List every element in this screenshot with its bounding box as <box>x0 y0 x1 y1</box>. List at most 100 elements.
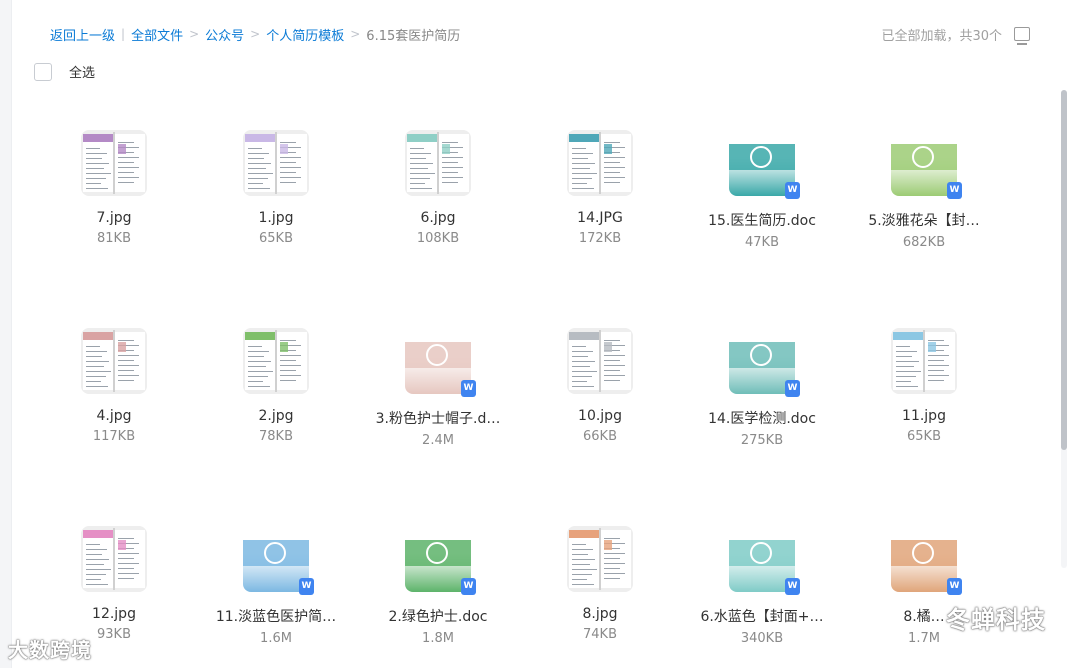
file-size: 682KB <box>902 235 946 250</box>
word-doc-icon: W <box>785 380 800 397</box>
file-thumbnail <box>81 526 147 592</box>
file-item[interactable]: 4.jpg 117KB <box>33 328 195 444</box>
file-size: 1.6M <box>260 631 292 646</box>
file-item[interactable]: W 5.淡雅花朵【封… 682KB <box>843 130 1005 250</box>
file-item[interactable]: 2.jpg 78KB <box>195 328 357 444</box>
file-item[interactable]: 8.jpg 74KB <box>519 526 681 642</box>
file-size: 78KB <box>259 429 293 444</box>
file-name: 6.jpg <box>420 210 456 226</box>
file-size: 65KB <box>907 429 941 444</box>
word-doc-icon: W <box>785 182 800 199</box>
file-item[interactable]: 6.jpg 108KB <box>357 130 519 246</box>
scrollbar-thumb[interactable] <box>1061 90 1067 450</box>
file-size: 340KB <box>740 631 784 646</box>
file-size: 172KB <box>578 231 622 246</box>
file-item[interactable]: 11.jpg 65KB <box>843 328 1005 444</box>
file-thumbnail-wrap: W <box>405 328 476 397</box>
file-item[interactable]: 14.JPG 172KB <box>519 130 681 246</box>
thumbnail-page <box>601 332 631 390</box>
thumbnail-emblem <box>264 542 286 564</box>
file-thumbnail-wrap: W <box>891 526 962 595</box>
file-name: 1.jpg <box>258 210 294 226</box>
file-size: 66KB <box>583 429 617 444</box>
file-name: 12.jpg <box>92 606 136 622</box>
thumbnail-page <box>407 134 437 192</box>
file-item[interactable]: 10.jpg 66KB <box>519 328 681 444</box>
thumbnail-page <box>569 134 599 192</box>
file-name: 14.医学检测.doc <box>708 411 816 427</box>
monitor-icon[interactable] <box>1014 27 1030 45</box>
thumbnail-page <box>599 330 601 392</box>
thumbnail-page <box>245 134 275 192</box>
left-panel-edge <box>0 0 12 668</box>
thumbnail-page <box>601 134 631 192</box>
thumbnail-page <box>115 332 145 390</box>
thumbnail-page <box>275 330 277 392</box>
file-name: 11.jpg <box>902 408 946 424</box>
thumbnail-page <box>439 134 469 192</box>
thumbnail-page <box>115 134 145 192</box>
word-doc-icon: W <box>947 578 962 595</box>
file-size: 1.8M <box>422 631 454 646</box>
file-item[interactable]: W 14.医学检测.doc 275KB <box>681 328 843 448</box>
file-item[interactable]: 7.jpg 81KB <box>33 130 195 246</box>
file-thumbnail <box>567 328 633 394</box>
file-thumbnail-wrap <box>891 328 957 394</box>
file-item[interactable]: W 2.绿色护士.doc 1.8M <box>357 526 519 646</box>
file-grid: 7.jpg 81KB 1.jpg 65KB 6.jpg 108KB 14.JPG 172KB W… <box>33 0 1003 668</box>
file-item[interactable]: 12.jpg 93KB <box>33 526 195 642</box>
thumbnail-page <box>115 530 145 588</box>
thumbnail-page <box>925 332 955 390</box>
thumbnail-emblem <box>750 146 772 168</box>
thumbnail-page <box>83 530 113 588</box>
thumbnail-page <box>569 530 599 588</box>
file-thumbnail-wrap <box>81 130 147 196</box>
file-thumbnail-wrap <box>243 130 309 196</box>
file-name: 2.绿色护士.doc <box>388 609 488 625</box>
thumbnail-page <box>569 332 599 390</box>
word-doc-icon: W <box>947 182 962 199</box>
file-thumbnail <box>567 130 633 196</box>
file-thumbnail-wrap <box>567 526 633 592</box>
file-thumbnail-wrap <box>567 130 633 196</box>
file-thumbnail-wrap <box>243 328 309 394</box>
thumbnail-page <box>599 528 601 590</box>
watermark-left: 大数跨境 <box>8 638 92 662</box>
file-name: 14.JPG <box>577 210 623 226</box>
file-name: 7.jpg <box>96 210 132 226</box>
file-thumbnail-wrap <box>81 328 147 394</box>
file-size: 275KB <box>740 433 784 448</box>
thumbnail-emblem <box>750 344 772 366</box>
file-name: 8.jpg <box>582 606 618 622</box>
file-size: 108KB <box>416 231 460 246</box>
file-thumbnail-wrap: W <box>891 130 962 199</box>
file-thumbnail-wrap: W <box>729 328 800 397</box>
thumbnail-page <box>83 332 113 390</box>
thumbnail-page <box>113 528 115 590</box>
file-thumbnail-wrap <box>567 328 633 394</box>
file-thumbnail-wrap: W <box>729 130 800 199</box>
file-item[interactable]: W 11.淡蓝色医护简… 1.6M <box>195 526 357 646</box>
file-name: 5.淡雅花朵【封… <box>868 213 980 229</box>
file-item[interactable]: W 3.粉色护士帽子.d… 2.4M <box>357 328 519 448</box>
file-size: 65KB <box>259 231 293 246</box>
file-name: 4.jpg <box>96 408 132 424</box>
file-thumbnail-wrap <box>405 130 471 196</box>
file-item[interactable]: W 6.水蓝色【封面+… 340KB <box>681 526 843 646</box>
file-name: 6.水蓝色【封面+… <box>700 609 824 625</box>
file-item[interactable]: W 15.医生简历.doc 47KB <box>681 130 843 250</box>
thumbnail-page <box>83 134 113 192</box>
thumbnail-page <box>277 332 307 390</box>
thumbnail-emblem <box>912 146 934 168</box>
thumbnail-emblem <box>426 542 448 564</box>
thumbnail-page <box>601 530 631 588</box>
file-thumbnail-wrap: W <box>405 526 476 595</box>
file-item[interactable]: 1.jpg 65KB <box>195 130 357 246</box>
thumbnail-emblem <box>750 542 772 564</box>
file-thumbnail <box>243 130 309 196</box>
file-thumbnail <box>405 130 471 196</box>
word-doc-icon: W <box>785 578 800 595</box>
file-name: 10.jpg <box>578 408 622 424</box>
thumbnail-page <box>245 332 275 390</box>
file-name: 2.jpg <box>258 408 294 424</box>
